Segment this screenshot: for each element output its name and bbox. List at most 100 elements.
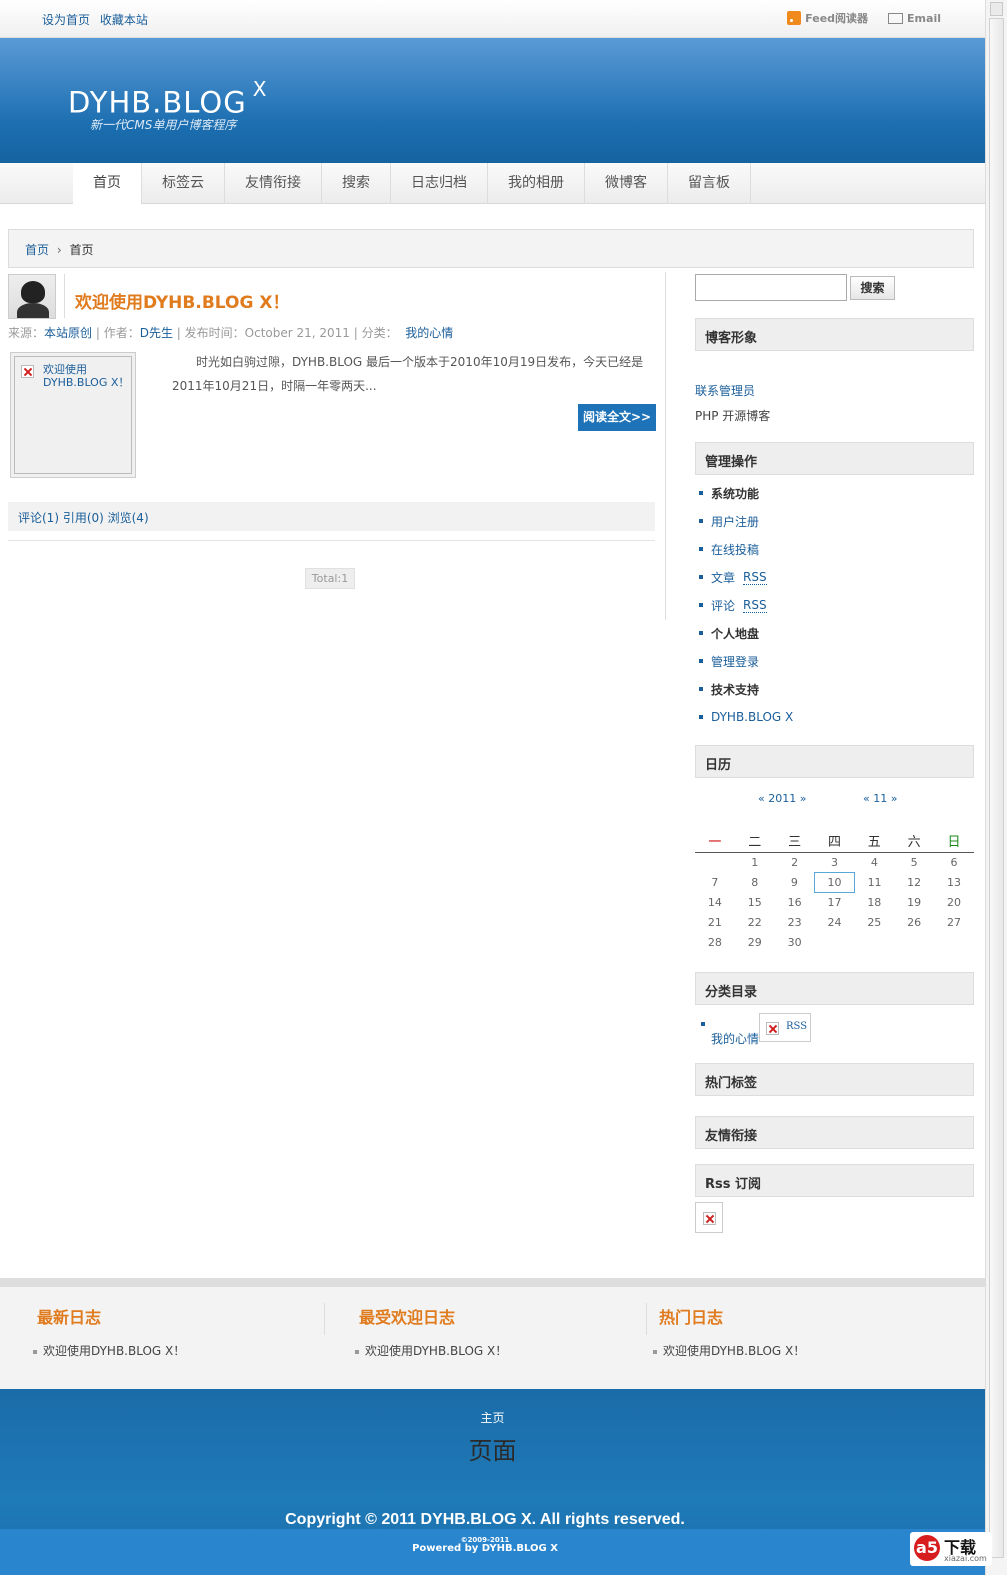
powered-by: Powered by DYHB.BLOG X ©2009-2011 bbox=[412, 1536, 558, 1554]
calendar-day[interactable]: 15 bbox=[735, 892, 775, 912]
nav-item[interactable]: 我的相册 bbox=[488, 163, 585, 204]
broken-image-icon bbox=[21, 365, 34, 378]
breadcrumb-current: 首页 bbox=[69, 243, 94, 257]
vertical-scrollbar[interactable] bbox=[985, 0, 1007, 1575]
post-list: 欢迎使用DYHB.BLOG X！ 来源：本站原创 | 作者：D先生 | 发布时间… bbox=[8, 272, 666, 620]
calendar-day[interactable]: 5 bbox=[894, 852, 934, 872]
calendar-day[interactable]: 22 bbox=[735, 912, 775, 932]
calendar-day[interactable]: 28 bbox=[695, 932, 735, 952]
calendar-day[interactable]: 25 bbox=[854, 912, 894, 932]
nav-item[interactable]: 友情衔接 bbox=[225, 163, 322, 204]
nav-item[interactable]: 搜索 bbox=[322, 163, 391, 204]
rss-link[interactable]: RSS bbox=[743, 570, 767, 585]
rss-widget-title: Rss 订阅 bbox=[695, 1164, 974, 1197]
admin-menu-item[interactable]: DYHB.BLOG X bbox=[699, 703, 793, 731]
calendar-day[interactable]: 27 bbox=[934, 912, 974, 932]
calendar-day[interactable]: 18 bbox=[854, 892, 894, 912]
popular-post-item[interactable]: 欢迎使用DYHB.BLOG X！ bbox=[355, 1342, 507, 1359]
calendar-day[interactable]: 1 bbox=[735, 852, 775, 872]
calendar-day[interactable]: 19 bbox=[894, 892, 934, 912]
nav-item[interactable]: 留言板 bbox=[668, 163, 751, 204]
admin-menu-item[interactable]: 管理登录 bbox=[699, 647, 793, 675]
category-item[interactable]: 我的心情 bbox=[711, 1030, 759, 1047]
calendar-day[interactable]: 4 bbox=[854, 852, 894, 872]
feed-reader-link[interactable]: Feed阅读器 bbox=[787, 10, 868, 26]
calendar-day[interactable]: 30 bbox=[775, 932, 815, 952]
site-footer: 主页 页面 Copyright © 2011 DYHB.BLOG X. All … bbox=[0, 1389, 985, 1575]
admin-menu-item[interactable]: 用户注册 bbox=[699, 507, 793, 535]
admin-menu-item[interactable]: 评论 RSS bbox=[699, 591, 793, 619]
footer-widgets: 最新日志 欢迎使用DYHB.BLOG X！ 最受欢迎日志 欢迎使用DYHB.BL… bbox=[0, 1287, 985, 1389]
blog-description: PHP 开源博客 bbox=[695, 409, 771, 423]
search-input[interactable] bbox=[695, 274, 847, 301]
site-logo[interactable]: DYHB.BLOG X bbox=[68, 77, 267, 120]
rss-link[interactable]: RSS bbox=[743, 598, 767, 613]
admin-menu-item[interactable]: 文章 RSS bbox=[699, 563, 793, 591]
calendar-widget-title: 日历 bbox=[695, 745, 974, 778]
calendar-weekday: 三 bbox=[774, 830, 815, 853]
calendar-day[interactable]: 14 bbox=[695, 892, 735, 912]
watermark-logo: a5 下载 xiazai.com bbox=[910, 1532, 992, 1566]
calendar-day[interactable]: 9 bbox=[775, 872, 815, 892]
nav-item[interactable]: 首页 bbox=[73, 163, 142, 204]
calendar-day[interactable]: 23 bbox=[775, 912, 815, 932]
author-link[interactable]: D先生 bbox=[140, 326, 173, 340]
admin-menu-item[interactable]: 个人地盘 bbox=[699, 619, 793, 647]
latest-posts-title: 最新日志 bbox=[37, 1308, 102, 1327]
source-link[interactable]: 本站原创 bbox=[44, 326, 92, 340]
set-home-link[interactable]: 设为首页 bbox=[42, 13, 90, 27]
admin-menu-item[interactable]: 系统功能 bbox=[699, 479, 793, 507]
calendar-day[interactable]: 7 bbox=[695, 872, 735, 892]
calendar-weekday: 日 bbox=[934, 830, 974, 853]
calendar-day[interactable]: 16 bbox=[775, 892, 815, 912]
admin-menu: 系统功能 用户注册 在线投稿 文章 RSS 评论 RSS 个人地盘 管理登录 技术支持 DYHB.B… bbox=[699, 479, 793, 731]
latest-post-item[interactable]: 欢迎使用DYHB.BLOG X！ bbox=[33, 1342, 185, 1359]
post-title[interactable]: 欢迎使用DYHB.BLOG X！ bbox=[75, 288, 289, 313]
calendar-day[interactable]: 11 bbox=[854, 872, 894, 892]
search-button[interactable]: 搜索 bbox=[850, 276, 895, 300]
read-more-button[interactable]: 阅读全文>> bbox=[578, 404, 656, 431]
scrollbar-thumb[interactable] bbox=[989, 18, 1004, 1558]
calendar-day[interactable]: 10 bbox=[814, 871, 855, 893]
calendar-day[interactable]: 20 bbox=[934, 892, 974, 912]
breadcrumb-home[interactable]: 首页 bbox=[25, 243, 49, 257]
nav-item[interactable]: 微博客 bbox=[585, 163, 668, 204]
calendar-year-nav[interactable]: « 2011 » bbox=[758, 792, 806, 805]
footer-home-link[interactable]: 主页 bbox=[0, 1409, 985, 1426]
footer-col-latest: 最新日志 欢迎使用DYHB.BLOG X！ bbox=[0, 1287, 325, 1389]
bookmark-link[interactable]: 收藏本站 bbox=[100, 13, 148, 27]
calendar-month-nav[interactable]: « 11 » bbox=[863, 792, 897, 805]
calendar-day[interactable]: 13 bbox=[934, 872, 974, 892]
nav-item[interactable]: 标签云 bbox=[142, 163, 225, 204]
nav-item[interactable]: 日志归档 bbox=[391, 163, 488, 204]
admin-menu-item[interactable]: 在线投稿 bbox=[699, 535, 793, 563]
calendar-day[interactable]: 3 bbox=[815, 852, 855, 872]
contact-admin-link[interactable]: 联系管理员 bbox=[695, 382, 755, 399]
calendar-day[interactable]: 17 bbox=[815, 892, 855, 912]
calendar-day[interactable]: 21 bbox=[695, 912, 735, 932]
category-link[interactable]: 我的心情 bbox=[405, 326, 453, 340]
rss-subscribe-button[interactable] bbox=[695, 1202, 723, 1233]
post-meta: 来源：本站原创 | 作者：D先生 | 发布时间：October 21, 2011… bbox=[8, 326, 454, 340]
site-tagline: 新一代CMS单用户博客程序 bbox=[90, 118, 237, 132]
post-stats[interactable]: 评论(1) 引用(0) 浏览(4) bbox=[8, 502, 655, 531]
author-avatar bbox=[8, 274, 56, 319]
scroll-up-arrow-icon[interactable] bbox=[990, 2, 1003, 16]
calendar-day[interactable]: 26 bbox=[894, 912, 934, 932]
calendar-day[interactable]: 12 bbox=[894, 872, 934, 892]
email-link[interactable]: Email bbox=[888, 10, 941, 26]
admin-menu-item[interactable]: 技术支持 bbox=[699, 675, 793, 703]
calendar-day[interactable]: 2 bbox=[775, 852, 815, 872]
calendar-weekday: 一 bbox=[695, 830, 735, 853]
hot-posts-title: 热门日志 bbox=[659, 1308, 724, 1327]
calendar-day[interactable]: 24 bbox=[815, 912, 855, 932]
calendar-day[interactable]: 8 bbox=[735, 872, 775, 892]
category-rss-button[interactable]: RSS bbox=[759, 1013, 811, 1042]
hot-post-item[interactable]: 欢迎使用DYHB.BLOG X！ bbox=[653, 1342, 805, 1359]
calendar-day[interactable]: 6 bbox=[934, 852, 974, 872]
calendar: 一二三四五六日 1 2 3 4 5 6 7 8 9 10 11 12 13 14 15 16 17 18 19 20 2… bbox=[695, 830, 974, 952]
blogger-widget-title: 博客形象 bbox=[695, 318, 974, 351]
post-thumbnail[interactable]: 欢迎使用DYHB.BLOG X！ bbox=[10, 352, 136, 478]
popular-posts-title: 最受欢迎日志 bbox=[359, 1308, 456, 1327]
calendar-day[interactable]: 29 bbox=[735, 932, 775, 952]
